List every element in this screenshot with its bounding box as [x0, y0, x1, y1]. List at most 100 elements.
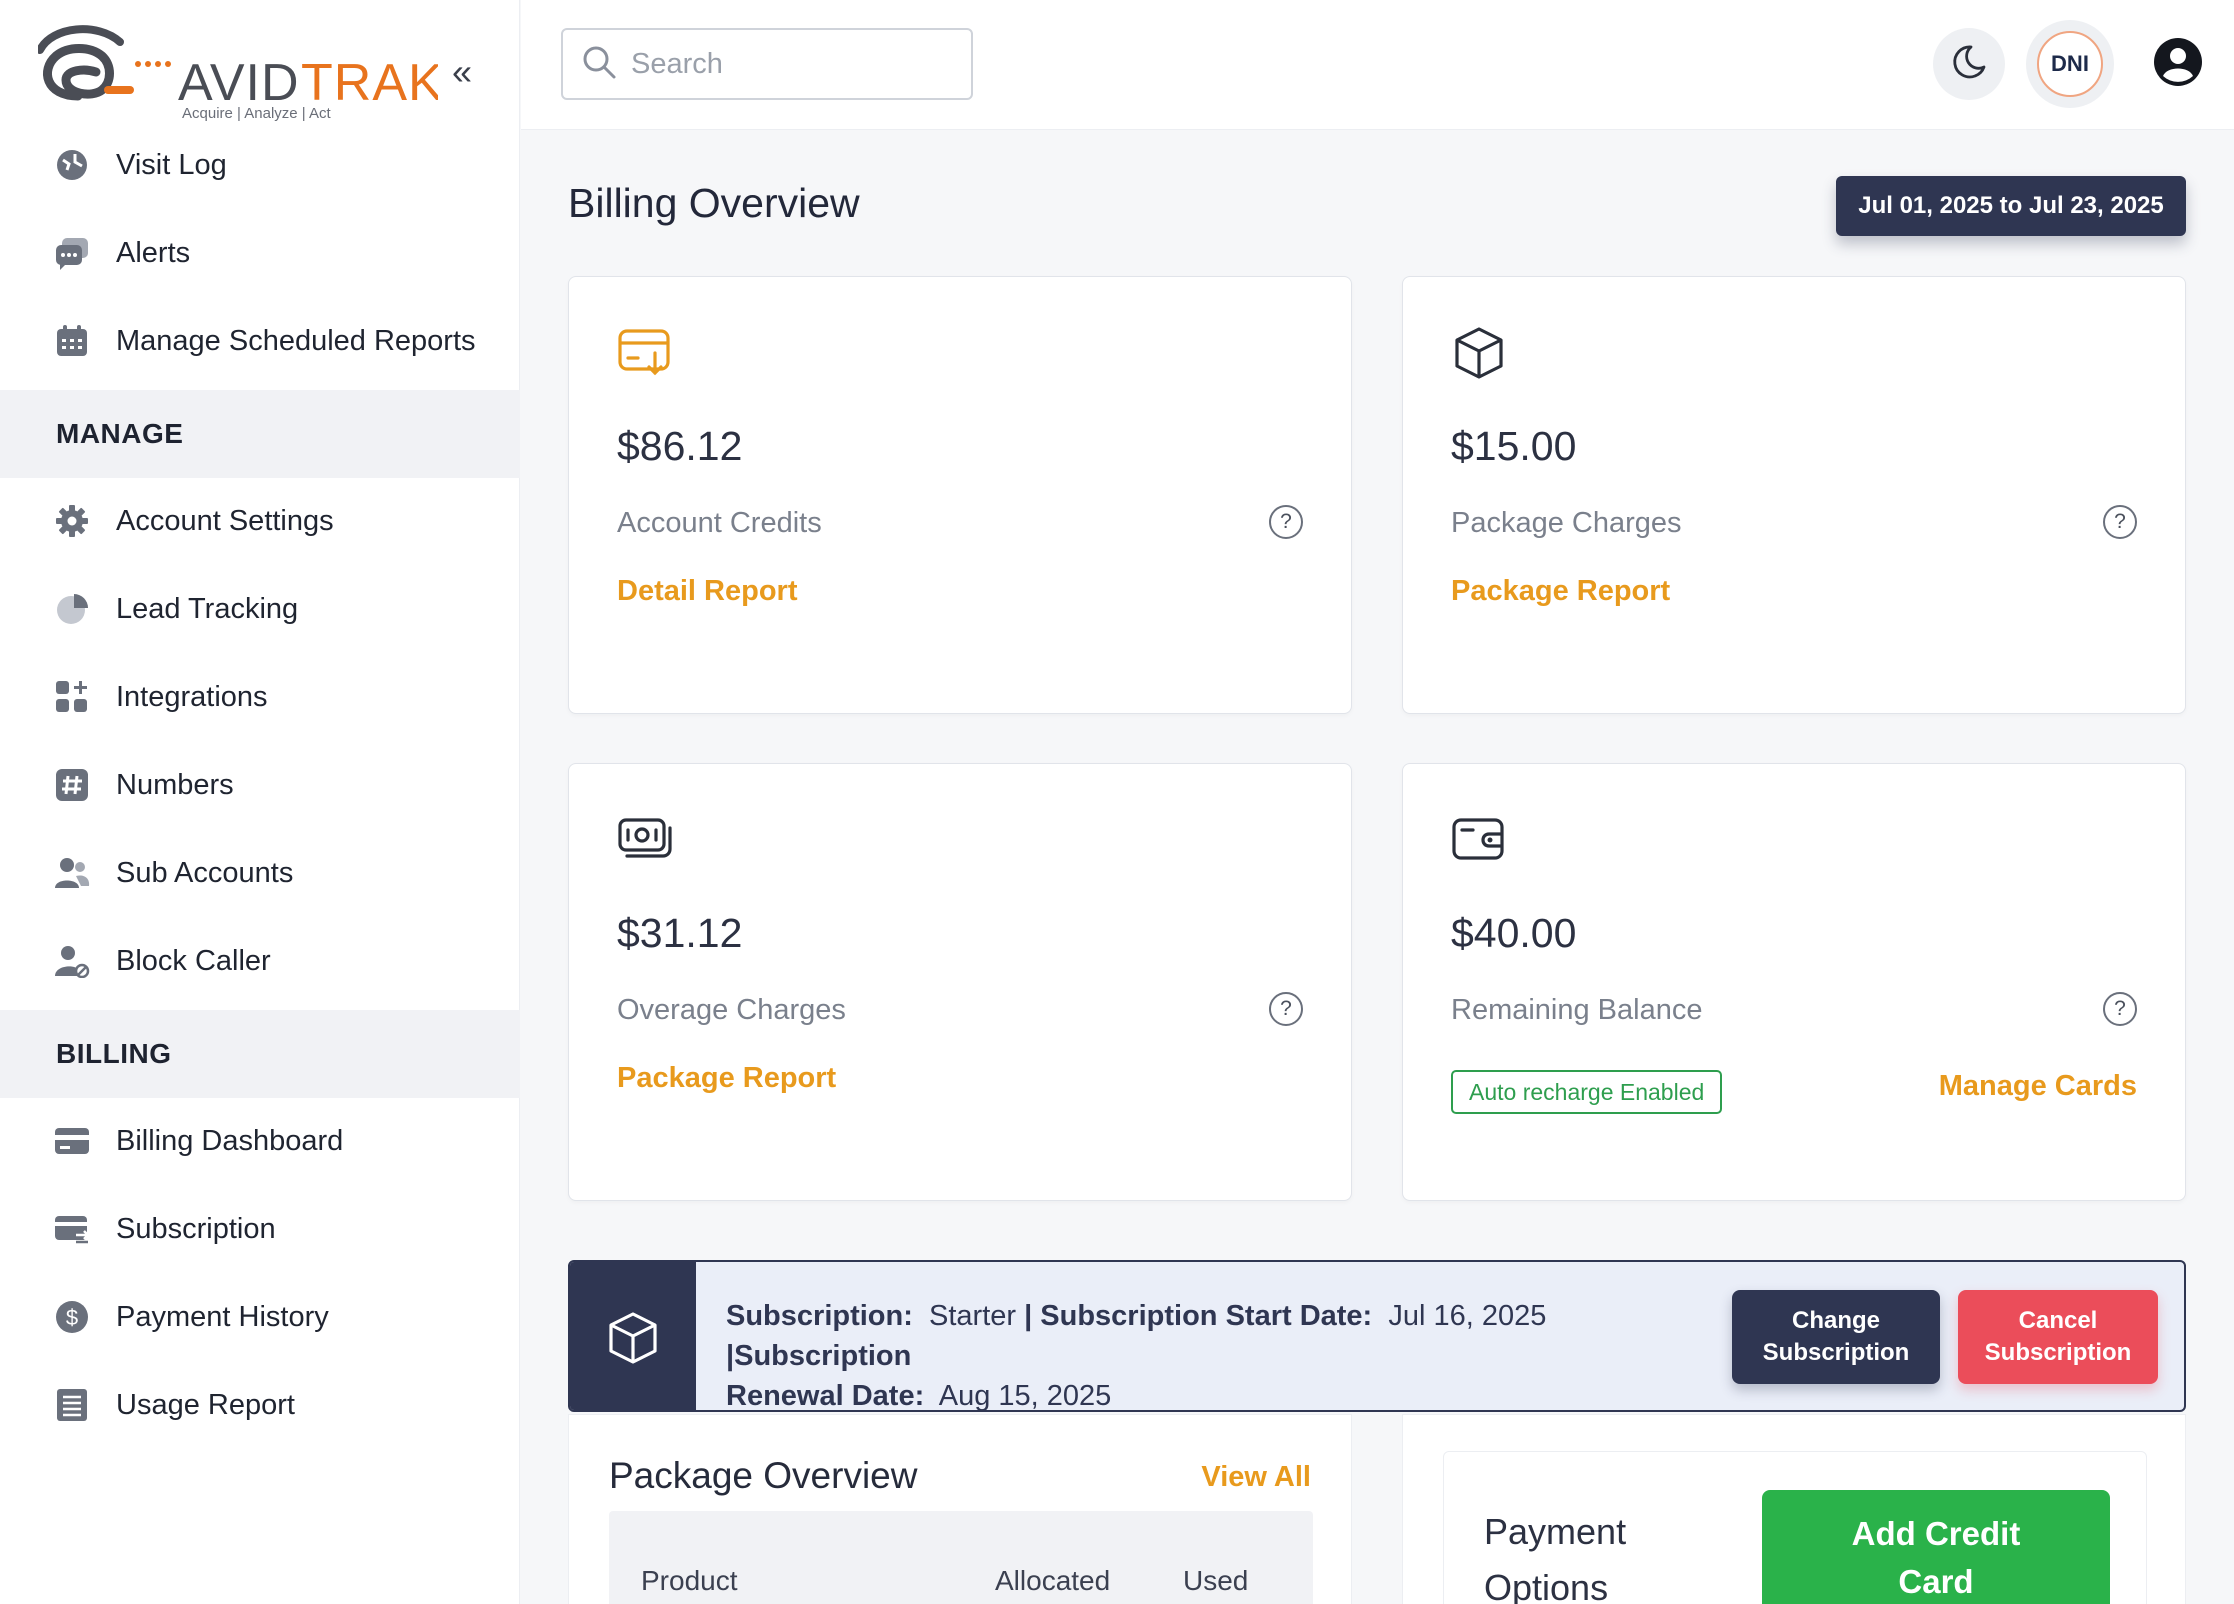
sidebar-item-subscription[interactable]: Subscription [0, 1199, 520, 1259]
visit-log-icon [54, 147, 90, 183]
brand-logo[interactable]: AVID TRAK Acquire | Analyze | Act [36, 20, 443, 125]
search-box[interactable] [561, 28, 973, 100]
column-header-product[interactable]: Product [641, 1565, 738, 1597]
payment-options-panel: Payment Options Add Credit Card [1402, 1414, 2186, 1604]
card-amount: $86.12 [617, 423, 743, 469]
help-icon[interactable]: ? [2103, 505, 2137, 539]
dark-mode-toggle[interactable] [1932, 22, 2006, 106]
sidebar-item-numbers[interactable]: Numbers [0, 755, 520, 815]
sidebar-item-label: Account Settings [116, 504, 334, 537]
card-amount: $31.12 [617, 910, 743, 956]
hash-icon [54, 767, 90, 803]
start-date-value: Jul 16, 2025 [1388, 1300, 1547, 1332]
moon-icon [1949, 42, 1989, 87]
box-icon [1451, 325, 1507, 381]
sidebar-item-label: Block Caller [116, 944, 271, 977]
chat-alert-icon [54, 235, 90, 271]
profile-button[interactable] [2141, 22, 2215, 106]
card-amount: $15.00 [1451, 423, 1577, 469]
package-overview-title: Package Overview [609, 1455, 918, 1496]
column-header-allocated[interactable]: Allocated [995, 1565, 1110, 1597]
svg-text:AVID: AVID [178, 54, 300, 112]
sidebar-item-label: Numbers [116, 768, 234, 801]
subscription-plan: Starter [929, 1300, 1017, 1332]
sidebar-item-lead-tracking[interactable]: Lead Tracking [0, 579, 520, 639]
subscription-box-icon [570, 1262, 696, 1410]
sidebar-item-label: Lead Tracking [116, 592, 299, 625]
sidebar-item-label: Subscription [116, 1212, 276, 1245]
sidebar-item-alerts[interactable]: Alerts [0, 223, 520, 283]
sidebar-item-block-caller[interactable]: Block Caller [0, 931, 520, 991]
help-icon[interactable]: ? [2103, 992, 2137, 1026]
package-charges-card: $15.00 Package Charges ? Package Report [1402, 276, 2186, 714]
sidebar: AVID TRAK Acquire | Analyze | Act « Visi… [0, 0, 520, 1604]
svg-text:TRAK: TRAK [301, 54, 438, 112]
search-icon [581, 44, 617, 85]
account-credits-card: $86.12 Account Credits ? Detail Report [568, 276, 1352, 714]
cancel-subscription-button[interactable]: Cancel Subscription [1958, 1290, 2158, 1384]
sidebar-item-payment-history[interactable]: $ Payment History [0, 1287, 520, 1347]
collapse-sidebar-icon[interactable]: « [452, 54, 472, 90]
start-date-label: | Subscription Start Date: [1024, 1300, 1373, 1332]
card-download-icon [617, 325, 673, 381]
dni-label: DNI [2037, 31, 2103, 97]
overage-charges-card: $31.12 Overage Charges ? Package Report [568, 763, 1352, 1201]
sidebar-item-label: Usage Report [116, 1388, 295, 1421]
section-manage: MANAGE [0, 390, 520, 478]
card-label: Overage Charges [617, 994, 846, 1026]
card-sync-icon [54, 1211, 90, 1247]
sidebar-item-label: Payment History [116, 1300, 329, 1333]
subscription-details: Subscription: Starter | Subscription Sta… [726, 1296, 1726, 1412]
renewal-label-part1: |Subscription [726, 1340, 912, 1372]
user-block-icon [54, 943, 90, 979]
date-range-picker[interactable]: Jul 01, 2025 to Jul 23, 2025 [1836, 176, 2186, 236]
calendar-icon [54, 323, 90, 359]
sidebar-item-label: Integrations [116, 680, 268, 713]
view-all-link[interactable]: View All [1201, 1461, 1311, 1494]
sidebar-item-account-settings[interactable]: Account Settings [0, 491, 520, 551]
sidebar-item-label: Sub Accounts [116, 856, 294, 889]
dni-button[interactable]: DNI [2024, 20, 2116, 108]
sidebar-item-billing-dashboard[interactable]: Billing Dashboard [0, 1111, 520, 1171]
renewal-date-value: Aug 15, 2025 [938, 1380, 1112, 1412]
remaining-balance-card: $40.00 Remaining Balance ? Auto recharge… [1402, 763, 2186, 1201]
card-label: Package Charges [1451, 507, 1682, 539]
money-icon [617, 812, 673, 868]
sidebar-item-visit-log[interactable]: Visit Log [0, 135, 520, 195]
card-label: Account Credits [617, 507, 822, 539]
sidebar-item-manage-scheduled-reports[interactable]: Manage Scheduled Reports [0, 311, 520, 371]
dollar-circle-icon: $ [54, 1299, 90, 1335]
renewal-label-part2: Renewal Date: [726, 1380, 925, 1412]
pie-chart-icon [54, 591, 90, 627]
section-billing: BILLING [0, 1010, 520, 1098]
gear-icon [54, 503, 90, 539]
manage-cards-link[interactable]: Manage Cards [1939, 1070, 2137, 1103]
user-avatar-icon [2152, 36, 2204, 93]
sidebar-item-usage-report[interactable]: Usage Report [0, 1375, 520, 1435]
help-icon[interactable]: ? [1269, 992, 1303, 1026]
svg-text:Acquire | Analyze | Ac: Acquire | Analyze | Act [182, 105, 332, 122]
change-subscription-label: Change Subscription [1762, 1307, 1910, 1366]
payment-options-card: Payment Options Add Credit Card [1443, 1451, 2147, 1604]
sidebar-item-label: Alerts [116, 236, 191, 269]
cancel-subscription-label: Cancel Subscription [1984, 1307, 2132, 1366]
package-overview-panel: Package Overview View All Product Alloca… [568, 1414, 1352, 1604]
change-subscription-button[interactable]: Change Subscription [1732, 1290, 1940, 1384]
sidebar-item-label: Billing Dashboard [116, 1124, 344, 1157]
package-report-link[interactable]: Package Report [1451, 575, 1670, 608]
add-credit-card-button[interactable]: Add Credit Card [1762, 1490, 2110, 1604]
credit-card-icon [54, 1123, 90, 1159]
page-title: Billing Overview [568, 180, 860, 226]
column-header-used[interactable]: Used [1183, 1565, 1248, 1597]
subscription-bar: Subscription: Starter | Subscription Sta… [568, 1260, 2186, 1412]
sidebar-item-sub-accounts[interactable]: Sub Accounts [0, 843, 520, 903]
help-icon[interactable]: ? [1269, 505, 1303, 539]
card-amount: $40.00 [1451, 910, 1577, 956]
users-icon [54, 855, 90, 891]
package-report-link[interactable]: Package Report [617, 1062, 836, 1095]
detail-report-link[interactable]: Detail Report [617, 575, 797, 608]
package-table-header: Product Allocated Used [609, 1511, 1313, 1604]
sidebar-item-label: Manage Scheduled Reports [116, 324, 476, 357]
sidebar-item-integrations[interactable]: Integrations [0, 667, 520, 727]
search-input[interactable] [631, 47, 931, 81]
